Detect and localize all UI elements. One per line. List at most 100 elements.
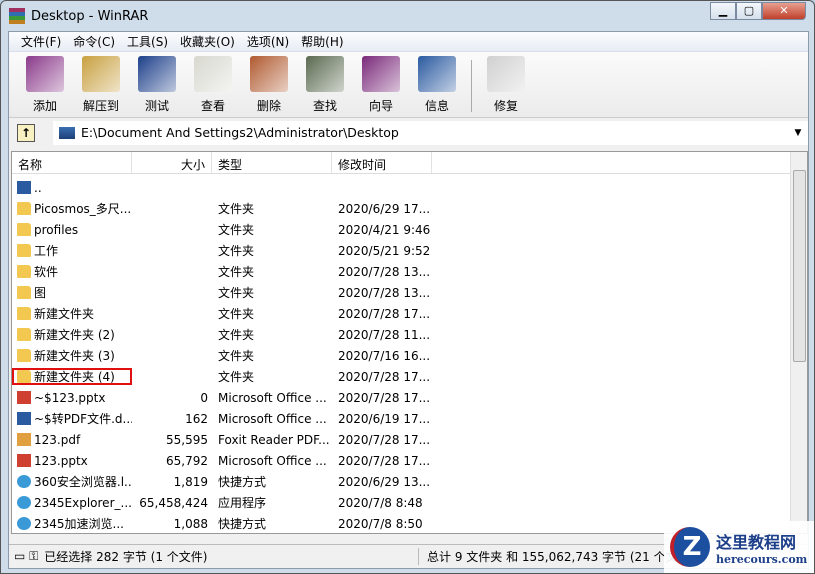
file-row[interactable]: 123.pdf 55,595 Foxit Reader PDF... 2020/7/2…	[12, 429, 807, 450]
toolbar-label: 信息	[424, 99, 449, 113]
file-row[interactable]: 新建文件夹 (4) 文件夹 2020/7/28 17...	[12, 366, 807, 387]
file-row[interactable]: ..	[12, 177, 807, 198]
file-date: 2020/7/28 17...	[338, 306, 431, 321]
file-date: 2020/7/16 16...	[338, 348, 431, 363]
column-modified[interactable]: 修改时间	[332, 152, 432, 173]
browser-icon	[17, 496, 31, 509]
file-row[interactable]: 新建文件夹 (2) 文件夹 2020/7/28 11...	[12, 324, 807, 345]
file-name-cell: 新建文件夹 (4)	[12, 368, 132, 385]
file-row[interactable]: Picosmos_多尺... 文件夹 2020/6/29 17...	[12, 198, 807, 219]
file-name-cell: 2345加速浏览...	[12, 515, 132, 532]
file-row[interactable]: 123.pptx 65,792 Microsoft Office ... 2020/7…	[12, 450, 807, 471]
toolbar-label: 添加	[32, 99, 57, 113]
watermark: Z 这里教程网 herecours.com	[664, 521, 814, 573]
column-type[interactable]: 类型	[212, 152, 332, 173]
maximize-button[interactable]: ▢	[736, 2, 762, 20]
toolbar-icon-5	[306, 56, 344, 92]
address-bar: ↑ E:\Document And Settings2\Administrato…	[9, 117, 808, 147]
file-name: 新建文件夹 (4)	[34, 370, 115, 384]
column-size[interactable]: 大小	[132, 152, 212, 173]
file-row[interactable]: 新建文件夹 文件夹 2020/7/28 17...	[12, 303, 807, 324]
file-name-cell: 123.pptx	[12, 454, 132, 468]
file-name-cell: 2345Explorer_...	[12, 496, 132, 510]
file-type: 文件夹	[218, 265, 255, 279]
file-date: 2020/7/28 17...	[338, 369, 431, 384]
file-row[interactable]: 360安全浏览器.l... 1,819 快捷方式 2020/6/29 13...	[12, 471, 807, 492]
file-date: 2020/7/28 11...	[338, 327, 431, 342]
file-date: 2020/5/21 9:52	[338, 243, 431, 258]
toolbar: 添加 解压到 测试 查看 删除 查找 向导 信息 修复	[9, 51, 808, 117]
pptx-icon	[17, 391, 31, 404]
file-row[interactable]: ~$123.pptx 0 Microsoft Office ... 2020/7/28…	[12, 387, 807, 408]
file-name-cell: 新建文件夹 (2)	[12, 326, 132, 343]
file-size: 162	[185, 411, 208, 426]
file-row[interactable]: 软件 文件夹 2020/7/28 13...	[12, 261, 807, 282]
file-name: 2345Explorer_...	[34, 495, 132, 510]
file-name-cell: 图	[12, 284, 132, 301]
folder-icon	[17, 349, 31, 362]
file-type: 文件夹	[218, 223, 255, 237]
toolbar-button-3[interactable]: 查看	[185, 52, 241, 116]
file-name-cell: ~$123.pptx	[12, 391, 132, 405]
file-size: 65,792	[166, 453, 208, 468]
menu-item-3[interactable]: 收藏夹(O)	[174, 33, 241, 50]
toolbar-button-4[interactable]: 删除	[241, 52, 297, 116]
toolbar-button-6[interactable]: 向导	[353, 52, 409, 116]
file-row[interactable]: 新建文件夹 (3) 文件夹 2020/7/16 16...	[12, 345, 807, 366]
file-list: 名称 大小 类型 修改时间 .. Picosmos_多尺... 文件夹 2020/6/…	[11, 151, 808, 534]
file-row[interactable]: ~$转PDF文件.d... 162 Microsoft Office ... 2020…	[12, 408, 807, 429]
menu-item-4[interactable]: 选项(N)	[241, 33, 295, 50]
winrar-window: Desktop - WinRAR ▁ ▢ ✕ 文件(F) 命令(C) 工具(S) 收藏…	[0, 0, 815, 574]
file-type: 应用程序	[218, 496, 267, 510]
toolbar-button-1[interactable]: 解压到	[73, 52, 129, 116]
pptx-icon	[17, 454, 31, 467]
toolbar-button-7[interactable]: 信息	[409, 52, 465, 116]
file-name-cell: 新建文件夹 (3)	[12, 347, 132, 364]
toolbar-button-0[interactable]: 添加	[17, 52, 73, 116]
toolbar-icon-8	[487, 56, 525, 92]
vertical-scrollbar[interactable]	[790, 152, 807, 533]
file-name-cell: Picosmos_多尺...	[12, 200, 132, 217]
up-folder-icon	[17, 181, 31, 194]
toolbar-label: 向导	[368, 99, 393, 113]
folder-icon	[17, 328, 31, 341]
file-name: Picosmos_多尺...	[34, 202, 132, 216]
toolbar-icon-4	[250, 56, 288, 92]
up-folder-button[interactable]: ↑	[17, 123, 35, 142]
file-type: 快捷方式	[218, 475, 267, 489]
file-date: 2020/7/28 17...	[338, 432, 431, 447]
menu-item-0[interactable]: 文件(F)	[15, 33, 67, 50]
file-row[interactable]: 工作 文件夹 2020/5/21 9:52	[12, 240, 807, 261]
file-type: 文件夹	[218, 244, 255, 258]
file-date: 2020/7/28 13...	[338, 285, 431, 300]
file-type: 快捷方式	[218, 517, 267, 531]
file-name: 123.pptx	[34, 453, 88, 468]
close-button[interactable]: ✕	[762, 2, 806, 20]
file-type: Microsoft Office ...	[218, 390, 327, 405]
minimize-button[interactable]: ▁	[710, 2, 736, 20]
folder-icon	[17, 370, 31, 383]
toolbar-button-5[interactable]: 查找	[297, 52, 353, 116]
path-text: E:\Document And Settings2\Administrator\…	[81, 125, 399, 140]
chevron-down-icon[interactable]: ▼	[788, 128, 808, 138]
browser-icon	[17, 517, 31, 530]
file-date: 2020/7/8 8:48	[338, 495, 423, 510]
toolbar-label: 修复	[493, 99, 518, 113]
file-date: 2020/7/28 13...	[338, 264, 431, 279]
file-date: 2020/7/28 17...	[338, 453, 431, 468]
toolbar-button-8[interactable]: 修复	[478, 52, 534, 116]
file-type: 文件夹	[218, 202, 255, 216]
file-row[interactable]: 图 文件夹 2020/7/28 13...	[12, 282, 807, 303]
file-row[interactable]: profiles 文件夹 2020/4/21 9:46	[12, 219, 807, 240]
path-combobox[interactable]: E:\Document And Settings2\Administrator\…	[53, 120, 808, 145]
file-name-cell: profiles	[12, 223, 132, 237]
menu-item-2[interactable]: 工具(S)	[121, 33, 174, 50]
toolbar-button-2[interactable]: 测试	[129, 52, 185, 116]
toolbar-icon-0	[26, 56, 64, 92]
menu-item-5[interactable]: 帮助(H)	[295, 33, 349, 50]
column-name[interactable]: 名称	[12, 152, 132, 173]
scrollbar-thumb[interactable]	[793, 170, 806, 362]
browser-icon	[17, 475, 31, 488]
menu-item-1[interactable]: 命令(C)	[67, 33, 121, 50]
file-row[interactable]: 2345Explorer_... 65,458,424 应用程序 2020/7/8 8…	[12, 492, 807, 513]
